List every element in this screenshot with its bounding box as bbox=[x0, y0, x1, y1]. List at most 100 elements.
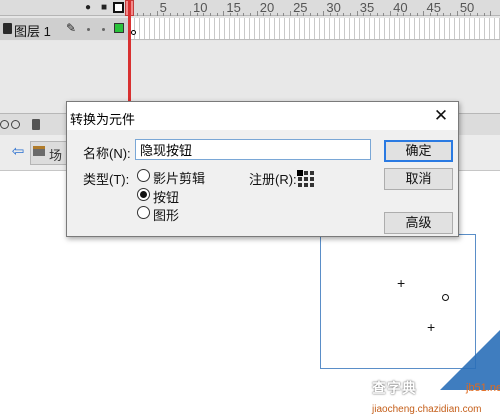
ruler-number: 15 bbox=[226, 0, 241, 15]
reg-cell-bottom[interactable] bbox=[304, 183, 308, 187]
playhead-line[interactable] bbox=[128, 0, 131, 113]
ruler-tick bbox=[423, 11, 425, 16]
scene-icon bbox=[33, 146, 45, 156]
trash-icon[interactable] bbox=[32, 119, 40, 130]
new-folder-icon[interactable] bbox=[11, 120, 20, 129]
ruler-tick bbox=[343, 13, 345, 16]
ruler-tick bbox=[396, 13, 398, 16]
ruler-tick bbox=[356, 11, 358, 16]
button-radio[interactable] bbox=[137, 188, 150, 201]
ruler-tick bbox=[183, 13, 185, 16]
ruler-tick bbox=[303, 13, 305, 16]
ruler-number: 40 bbox=[393, 0, 408, 15]
ruler-number: 10 bbox=[193, 0, 208, 15]
ruler-tick bbox=[370, 13, 372, 16]
convert-to-symbol-dialog: 转换为元件 ✕ 名称(N): 类型(T): 影片剪辑 按钮 图形 注册(R): … bbox=[66, 101, 459, 237]
reg-cell-top[interactable] bbox=[304, 171, 308, 175]
dialog-titlebar: 转换为元件 ✕ bbox=[67, 102, 458, 130]
ruler-tick bbox=[290, 11, 292, 16]
ruler-tick bbox=[176, 13, 178, 16]
reg-cell-center[interactable] bbox=[304, 177, 308, 181]
eye-icon[interactable]: ● bbox=[82, 1, 94, 14]
graphic-radio[interactable] bbox=[137, 206, 150, 219]
layer-row[interactable]: 图层 1 ✎ bbox=[0, 18, 130, 40]
ruler-tick bbox=[310, 13, 312, 16]
registration-grid-icon[interactable] bbox=[298, 171, 314, 187]
name-label: 名称(N): bbox=[83, 146, 131, 161]
outline-icon[interactable] bbox=[113, 2, 124, 13]
watermark-triangle bbox=[440, 330, 500, 390]
ruler-tick bbox=[150, 13, 151, 16]
ruler-number: 35 bbox=[359, 0, 375, 15]
ruler-tick bbox=[230, 13, 232, 16]
movieclip-radio[interactable] bbox=[137, 169, 150, 182]
keyframe-marker[interactable] bbox=[131, 30, 136, 35]
frame-cells[interactable] bbox=[130, 18, 500, 40]
ruler-tick bbox=[256, 11, 258, 16]
transform-point-icon: + bbox=[427, 319, 436, 335]
symbol-name-input[interactable] bbox=[135, 139, 371, 160]
reg-cell-left[interactable] bbox=[298, 177, 302, 181]
reg-cell-top-left[interactable] bbox=[298, 171, 302, 175]
graphic-label[interactable]: 图形 bbox=[153, 205, 179, 224]
ruler-tick bbox=[390, 11, 392, 16]
ruler-tick bbox=[196, 13, 198, 16]
ruler-tick bbox=[376, 13, 378, 16]
ruler-tick bbox=[456, 11, 458, 16]
movieclip-label[interactable]: 影片剪辑 bbox=[153, 168, 205, 187]
ruler-tick bbox=[210, 13, 212, 16]
ruler-tick bbox=[476, 13, 478, 16]
ruler-tick bbox=[270, 13, 272, 16]
button-label[interactable]: 按钮 bbox=[153, 187, 179, 206]
ruler-tick bbox=[283, 13, 285, 16]
ruler-tick bbox=[143, 13, 145, 16]
ruler-tick bbox=[236, 13, 238, 16]
layer-name: 图层 1 bbox=[14, 24, 51, 39]
ruler-tick bbox=[170, 13, 172, 16]
reg-cell-top-right[interactable] bbox=[310, 171, 314, 175]
reg-cell-bottom-right[interactable] bbox=[310, 183, 314, 187]
ok-button[interactable]: 确定 bbox=[384, 140, 453, 162]
close-icon[interactable]: ✕ bbox=[427, 104, 455, 128]
ruler-tick bbox=[490, 11, 492, 16]
ruler-tick bbox=[450, 13, 452, 16]
ruler-tick bbox=[190, 11, 192, 16]
ruler-tick bbox=[323, 11, 325, 16]
ruler-tick bbox=[223, 11, 225, 16]
ruler-tick bbox=[336, 13, 338, 16]
ruler-tick bbox=[410, 13, 412, 16]
ruler-tick bbox=[416, 13, 418, 16]
pencil-icon: ✎ bbox=[66, 21, 77, 35]
ruler-tick bbox=[276, 13, 278, 16]
registration-label: 注册(R): bbox=[249, 172, 297, 187]
ruler-tick bbox=[156, 11, 158, 16]
type-label: 类型(T): bbox=[83, 172, 130, 187]
frame-ruler[interactable]: 5 10 15 20 25 30 35 40 45 50 bbox=[130, 0, 500, 16]
ruler-number: 30 bbox=[326, 0, 341, 15]
scene-label: 场 bbox=[49, 148, 63, 163]
timeline-header: ● ■ 5 10 15 20 25 30 35 40 45 50 bbox=[0, 0, 500, 16]
reg-cell-right[interactable] bbox=[310, 177, 314, 181]
ruler-tick bbox=[463, 13, 465, 16]
ruler-tick bbox=[470, 13, 472, 16]
watermark-site: jb51.net bbox=[466, 382, 500, 394]
cancel-button[interactable]: 取消 bbox=[384, 168, 453, 190]
ruler-tick bbox=[403, 13, 405, 16]
layer-visibility-dot[interactable] bbox=[87, 28, 90, 31]
ruler-tick bbox=[383, 13, 385, 16]
advanced-button[interactable]: 高级 bbox=[384, 212, 453, 234]
ruler-tick bbox=[136, 13, 138, 16]
back-arrow-icon[interactable]: ⇦ bbox=[9, 144, 27, 160]
ruler-tick bbox=[350, 13, 352, 16]
dialog-title: 转换为元件 bbox=[70, 112, 136, 127]
ruler-tick bbox=[483, 13, 485, 16]
new-layer-icon[interactable] bbox=[0, 120, 9, 129]
ruler-tick bbox=[163, 13, 165, 16]
layer-lock-dot[interactable] bbox=[102, 28, 105, 31]
ruler-tick bbox=[363, 13, 365, 16]
ruler-tick bbox=[263, 13, 265, 16]
layer-color-swatch[interactable] bbox=[114, 23, 124, 33]
ruler-tick bbox=[443, 13, 445, 16]
lock-icon[interactable]: ■ bbox=[98, 1, 110, 14]
reg-cell-bottom-left[interactable] bbox=[298, 183, 302, 187]
